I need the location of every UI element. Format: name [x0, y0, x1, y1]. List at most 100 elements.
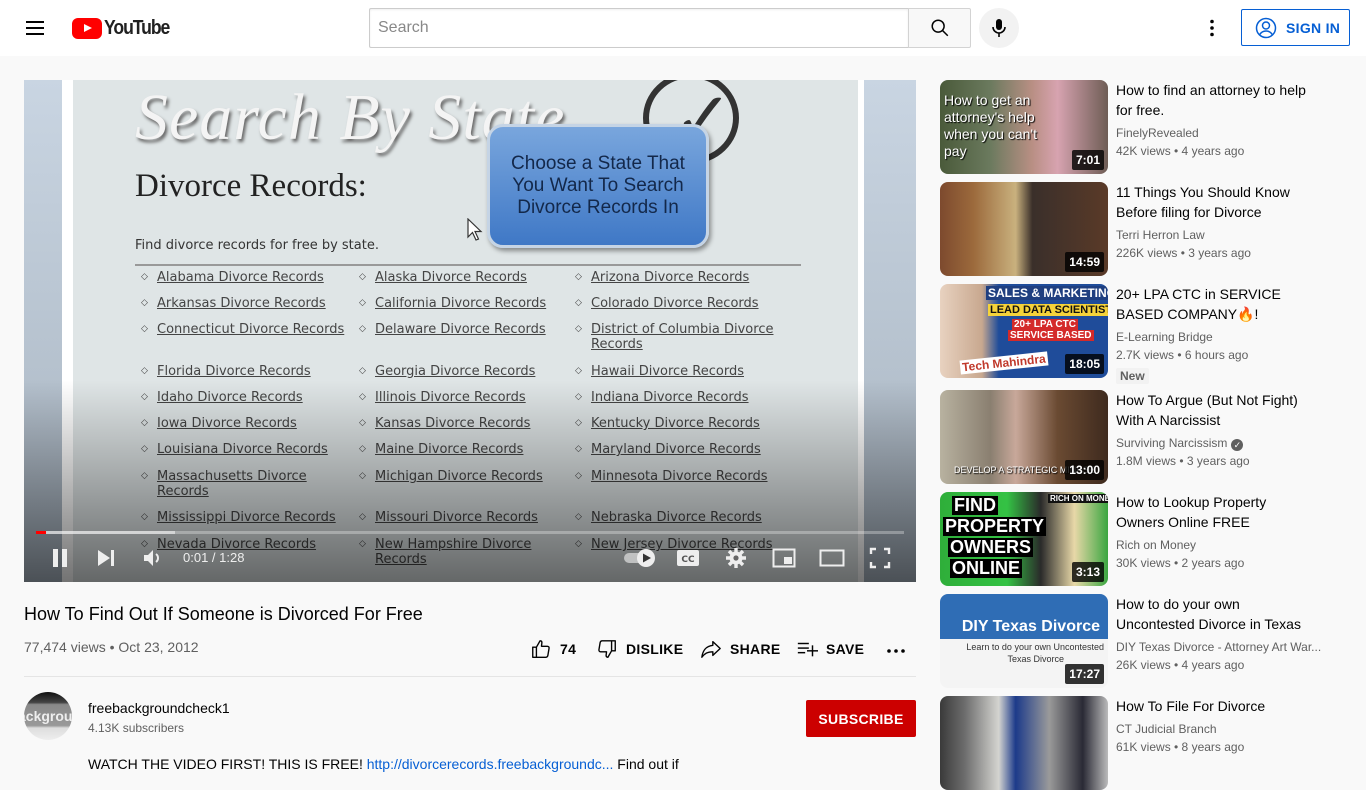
channel-name: DIY Texas Divorce - Attorney Art War... [1116, 640, 1322, 654]
video-thumbnail: How to get an attorney's help when you c… [940, 80, 1108, 174]
more-horiz-icon [887, 649, 905, 653]
video-stats: 26K views • 4 years ago [1116, 658, 1245, 672]
state-link: Georgia Divorce Records [359, 364, 574, 379]
thumbnail-text: DIY Texas Divorce [961, 618, 1100, 635]
channel-avatar[interactable]: ackgrou [24, 692, 72, 740]
verified-badge-icon: ✓ [1231, 439, 1244, 451]
recommended-video[interactable]: DEVELOP A STRATEGIC MINDSE 13:00 How To … [940, 390, 1350, 484]
mute-button[interactable] [133, 538, 173, 578]
theater-mode-button[interactable] [812, 538, 852, 578]
recommended-video[interactable]: 14:59 11 Things You Should Know Before f… [940, 182, 1350, 276]
video-stats: 1.8M views • 3 years ago [1116, 454, 1250, 468]
dislike-label: DISLIKE [626, 641, 684, 657]
thumbnail-text: LEAD DATA SCIENTIST [988, 304, 1108, 316]
avatar-text: ackgrou [24, 708, 72, 724]
search-input[interactable] [369, 8, 908, 48]
volume-icon [144, 550, 159, 566]
voice-search-button[interactable] [979, 8, 1019, 48]
video-title: How To Find Out If Someone is Divorced F… [24, 604, 423, 624]
miniplayer-button[interactable] [764, 538, 804, 578]
fullscreen-icon [869, 547, 891, 569]
search-icon [930, 19, 948, 37]
video-duration: 13:00 [1065, 460, 1104, 480]
progress-bar[interactable] [36, 531, 904, 534]
svg-text:CC: CC [681, 555, 695, 565]
state-link: Florida Divorce Records [141, 364, 356, 379]
video-duration: 7:01 [1071, 150, 1104, 170]
settings-button[interactable] [716, 538, 756, 578]
settings-menu-button[interactable] [1200, 16, 1224, 40]
channel-name: Rich on Money [1116, 538, 1197, 552]
state-link: Alabama Divorce Records [141, 270, 356, 285]
channel-name: Terri Herron Law [1116, 228, 1205, 242]
sign-in-button[interactable]: SIGN IN [1241, 9, 1350, 46]
video-stats: 42K views • 4 years ago [1116, 144, 1245, 158]
state-link: Delaware Divorce Records [359, 322, 574, 337]
search-button[interactable] [908, 8, 971, 48]
recommended-video[interactable]: DIY Texas Divorce Learn to do your own U… [940, 594, 1350, 688]
captions-button[interactable]: CC [668, 538, 708, 578]
autoplay-toggle[interactable] [618, 538, 662, 578]
youtube-logo-icon [72, 17, 102, 39]
like-button[interactable]: 74 [530, 636, 576, 662]
more-actions-button[interactable] [884, 636, 916, 662]
state-link: Colorado Divorce Records [575, 296, 790, 311]
theater-mode-icon [819, 549, 845, 567]
new-badge: New [1116, 368, 1149, 384]
captions-icon: CC [677, 550, 699, 566]
video-player[interactable]: Search By State ✓ Divorce Records: Find … [24, 80, 916, 582]
video-title: How to find an attorney to help for free… [1116, 82, 1306, 118]
recommended-video[interactable]: SALES & MARKETING LEAD DATA SCIENTIST 20… [940, 284, 1350, 384]
video-stats: 2.7K views • 6 hours ago [1116, 348, 1249, 362]
thumbnail-text: FIND [952, 495, 998, 515]
hamburger-menu-icon[interactable] [24, 16, 48, 40]
description-link[interactable]: http://divorcerecords.freebackgroundc... [367, 756, 614, 772]
state-link: Connecticut Divorce Records [141, 322, 356, 337]
account-circle-icon [1255, 17, 1277, 38]
state-link: California Divorce Records [359, 296, 574, 311]
video-title: 20+ LPA CTC in SERVICE BASED COMPANY🔥! S… [1116, 286, 1281, 322]
video-description: WATCH THE VIDEO FIRST! THIS IS FREE! htt… [88, 756, 679, 772]
state-link: Arizona Divorce Records [575, 270, 790, 285]
mouse-cursor-icon [467, 218, 483, 241]
state-link: Arkansas Divorce Records [141, 296, 356, 311]
subscribe-button[interactable]: SUBSCRIBE [806, 700, 916, 737]
youtube-logo[interactable]: YouTube [72, 17, 178, 39]
thumbs-up-icon [532, 640, 550, 658]
pause-button[interactable] [40, 538, 80, 578]
state-link: Hawaii Divorce Records [575, 364, 790, 379]
video-thumbnail [940, 696, 1108, 790]
state-link: District of Columbia Divorce Records [575, 322, 790, 352]
channel-name: E-Learning Bridge [1116, 330, 1213, 344]
video-duration: 17:27 [1065, 664, 1104, 684]
next-button[interactable] [86, 538, 126, 578]
channel-name: CT Judicial Branch [1116, 722, 1217, 736]
share-button[interactable]: SHARE [700, 636, 781, 662]
progress-played [36, 531, 46, 534]
video-meta: 77,474 views • Oct 23, 2012 [24, 639, 199, 655]
dislike-button[interactable]: DISLIKE [596, 636, 683, 662]
recommended-video[interactable]: FIND PROPERTY OWNERS ONLINE RICH ON MONE… [940, 492, 1350, 586]
recommended-video[interactable]: How To File For Divorce CT Judicial Bran… [940, 696, 1350, 790]
pause-icon [53, 549, 67, 567]
frame-divider [135, 264, 801, 266]
player-controls: 0:01 / 1:28 CC [24, 538, 916, 578]
more-vert-icon [1210, 19, 1214, 37]
video-title: How To Argue (But Not Fight) With A Narc… [1116, 392, 1298, 428]
miniplayer-icon [772, 548, 796, 568]
recommended-video[interactable]: How to get an attorney's help when you c… [940, 80, 1350, 174]
thumbnail-text: Texas Divorce [1007, 654, 1064, 664]
thumbnail-text: SERVICE BASED [1008, 330, 1094, 341]
video-thumbnail: FIND PROPERTY OWNERS ONLINE RICH ON MONE… [940, 492, 1108, 586]
fullscreen-button[interactable] [860, 538, 900, 578]
sign-in-label: SIGN IN [1286, 19, 1341, 36]
video-duration: 14:59 [1065, 252, 1104, 272]
channel-name[interactable]: freebackgroundcheck1 [88, 700, 230, 716]
share-icon [701, 640, 721, 658]
save-button[interactable]: SAVE [796, 636, 864, 662]
like-count: 74 [560, 641, 577, 657]
video-stats: 61K views • 8 years ago [1116, 740, 1245, 754]
description-text-suffix: Find out if [613, 756, 679, 772]
channel-name: Surviving Narcissism ✓ [1116, 434, 1244, 452]
frame-intro: Find divorce records for free by state. [135, 238, 379, 253]
